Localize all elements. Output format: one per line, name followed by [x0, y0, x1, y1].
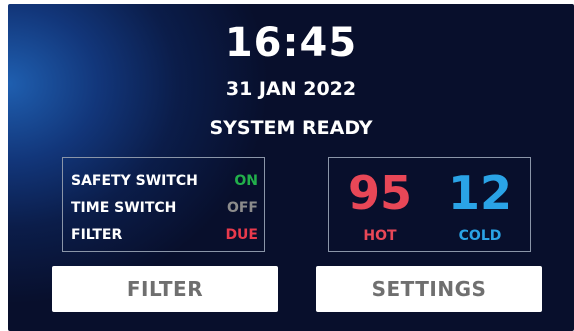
safety-switch-label: SAFETY SWITCH: [71, 173, 198, 189]
temperature-panel: 95 HOT 12 COLD: [328, 157, 531, 252]
cold-temperature-value: 12: [447, 166, 512, 220]
filter-status-value: DUE: [225, 227, 258, 243]
time-switch-row: TIME SWITCH OFF: [71, 200, 258, 220]
filter-button[interactable]: FILTER: [52, 266, 278, 312]
control-panel-screen: 16:45 31 JAN 2022 SYSTEM READY SAFETY SW…: [8, 4, 574, 331]
time-switch-value: OFF: [226, 200, 258, 216]
clock-time: 16:45: [224, 20, 358, 66]
safety-switch-value: ON: [234, 173, 258, 189]
system-status: SYSTEM READY: [209, 117, 373, 139]
time-switch-label: TIME SWITCH: [71, 200, 177, 216]
hot-temperature-label: HOT: [363, 228, 397, 244]
filter-status-label: FILTER: [71, 227, 123, 243]
switch-status-panel: SAFETY SWITCH ON TIME SWITCH OFF FILTER …: [62, 157, 265, 252]
filter-status-row: FILTER DUE: [71, 227, 258, 247]
clock-date: 31 JAN 2022: [225, 78, 357, 100]
safety-switch-row: SAFETY SWITCH ON: [71, 173, 258, 193]
hot-temperature-value: 95: [347, 166, 412, 220]
settings-button[interactable]: SETTINGS: [316, 266, 542, 312]
cold-temperature-label: COLD: [458, 228, 502, 244]
